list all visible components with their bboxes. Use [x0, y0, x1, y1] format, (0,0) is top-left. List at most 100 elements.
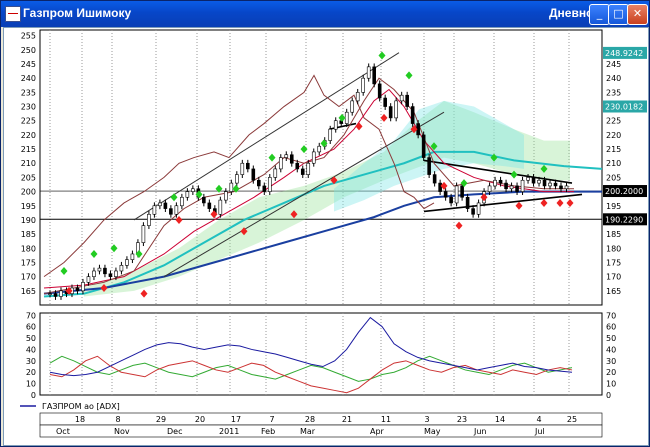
price-tick-left: 225 — [21, 117, 36, 126]
price-tick-right: 235 — [606, 88, 621, 97]
candle-body — [103, 267, 107, 275]
candle-body — [152, 205, 157, 215]
candle-body — [53, 293, 58, 297]
candle-body — [240, 162, 245, 175]
price-tick-right: 205 — [606, 173, 621, 182]
candle-body — [86, 276, 91, 283]
price-tick-right: 225 — [606, 117, 621, 126]
candle-body — [361, 77, 366, 93]
candle-body — [251, 168, 256, 181]
candle-body — [548, 182, 552, 187]
indicator-tick-left: 40 — [26, 345, 36, 354]
indicator-tick-right: 60 — [606, 323, 616, 332]
time-axis-day-label: 18 — [75, 415, 85, 424]
minimize-button[interactable]: _ — [589, 4, 610, 25]
candle-body — [262, 185, 267, 192]
time-axis-month-label: 2011 — [219, 427, 239, 436]
candle-body — [114, 270, 118, 277]
close-button[interactable]: ✕ — [627, 4, 648, 25]
candle-body — [377, 83, 382, 99]
price-tick-left: 175 — [21, 258, 36, 267]
price-tick-right: 210 — [606, 159, 621, 168]
candle-body — [366, 66, 371, 79]
price-tick-right: 240 — [606, 74, 621, 83]
legend-label: ГАЗПРОМ ао [ADX] — [42, 402, 120, 411]
chart-client-area: 255 250 245 240 235 230 225 220 215 210 205 200 195 1… — [3, 27, 649, 446]
price-tick-right: 215 — [606, 145, 621, 154]
title-bar[interactable]: Газпром Ишимоку Дневной _ □ ✕ — [1, 1, 649, 27]
candle-body — [559, 185, 563, 190]
candle-body — [235, 174, 239, 184]
time-axis-month-label: Mar — [300, 427, 316, 436]
price-tick-right: 180 — [606, 244, 621, 253]
time-axis-month-label: Dec — [167, 427, 182, 436]
candle-body — [311, 151, 316, 164]
price-tick-left: 210 — [21, 159, 36, 168]
candle-body — [487, 185, 492, 192]
candle-body — [169, 208, 173, 215]
price-tick-right: 185 — [606, 230, 621, 239]
candle-body — [224, 191, 228, 201]
time-axis-month-label: Nov — [114, 427, 130, 436]
candle-body — [471, 208, 475, 215]
indicator-tick-left: 20 — [26, 368, 36, 377]
candle-body — [394, 100, 398, 119]
indicator-panel — [39, 312, 603, 396]
candle-body — [75, 287, 80, 292]
candle-body — [454, 185, 459, 204]
price-tick-left: 190 — [21, 216, 36, 225]
candle-body — [328, 128, 333, 141]
time-axis-day-label: 14 — [495, 415, 505, 424]
candle-body — [427, 157, 431, 175]
price-tick-left: 170 — [21, 273, 36, 282]
candle-body — [372, 66, 376, 85]
indicator-tick-right: 50 — [606, 334, 616, 343]
price-tick-right: 220 — [606, 131, 621, 140]
time-axis-day-label: 8 — [115, 415, 120, 424]
price-badge-label: 200.2000 — [605, 187, 643, 196]
price-tick-left: 195 — [21, 202, 36, 211]
price-tick-left: 245 — [21, 60, 36, 69]
window-title: Газпром Ишимоку — [23, 6, 132, 20]
indicator-tick-left: 30 — [26, 357, 36, 366]
time-axis-day-label: 4 — [536, 415, 541, 424]
candle-body — [399, 94, 404, 102]
price-tick-left: 255 — [21, 32, 36, 41]
candle-body — [355, 92, 360, 102]
candle-body — [509, 185, 514, 190]
candle-body — [537, 179, 541, 184]
candle-body — [202, 196, 206, 204]
time-axis-day-label: 29 — [156, 415, 166, 424]
price-tick-left: 240 — [21, 74, 36, 83]
price-tick-left: 205 — [21, 173, 36, 182]
indicator-tick-right: 10 — [606, 380, 616, 389]
candle-body — [438, 182, 442, 192]
candle-body — [59, 290, 63, 297]
candle-body — [125, 259, 129, 266]
candle-body — [526, 177, 530, 181]
candle-body — [443, 191, 448, 198]
time-axis-day-label: 11 — [381, 415, 391, 424]
candle-body — [289, 154, 294, 164]
price-tick-left: 220 — [21, 131, 36, 140]
candle-body — [147, 213, 151, 226]
ichimoku-chart[interactable]: 2552502452402352302252202152102052001951… — [4, 28, 648, 445]
candle-body — [300, 168, 305, 175]
candle-body — [81, 282, 85, 292]
price-tick-left: 235 — [21, 88, 36, 97]
candle-body — [119, 265, 124, 272]
candle-body — [185, 191, 190, 198]
candle-body — [48, 293, 52, 295]
indicator-tick-right: 40 — [606, 345, 616, 354]
indicator-tick-left: 70 — [26, 311, 36, 320]
candle-body — [141, 225, 146, 243]
candle-body — [564, 185, 569, 190]
time-axis-day-label: 7 — [269, 415, 274, 424]
candle-body — [498, 179, 503, 184]
time-axis-day-label: 28 — [305, 415, 315, 424]
candle-body — [388, 106, 393, 119]
maximize-button[interactable]: □ — [608, 4, 629, 25]
price-tick-left: 180 — [21, 244, 36, 253]
candle-body — [246, 162, 250, 170]
time-axis-day-label: 23 — [457, 415, 467, 424]
